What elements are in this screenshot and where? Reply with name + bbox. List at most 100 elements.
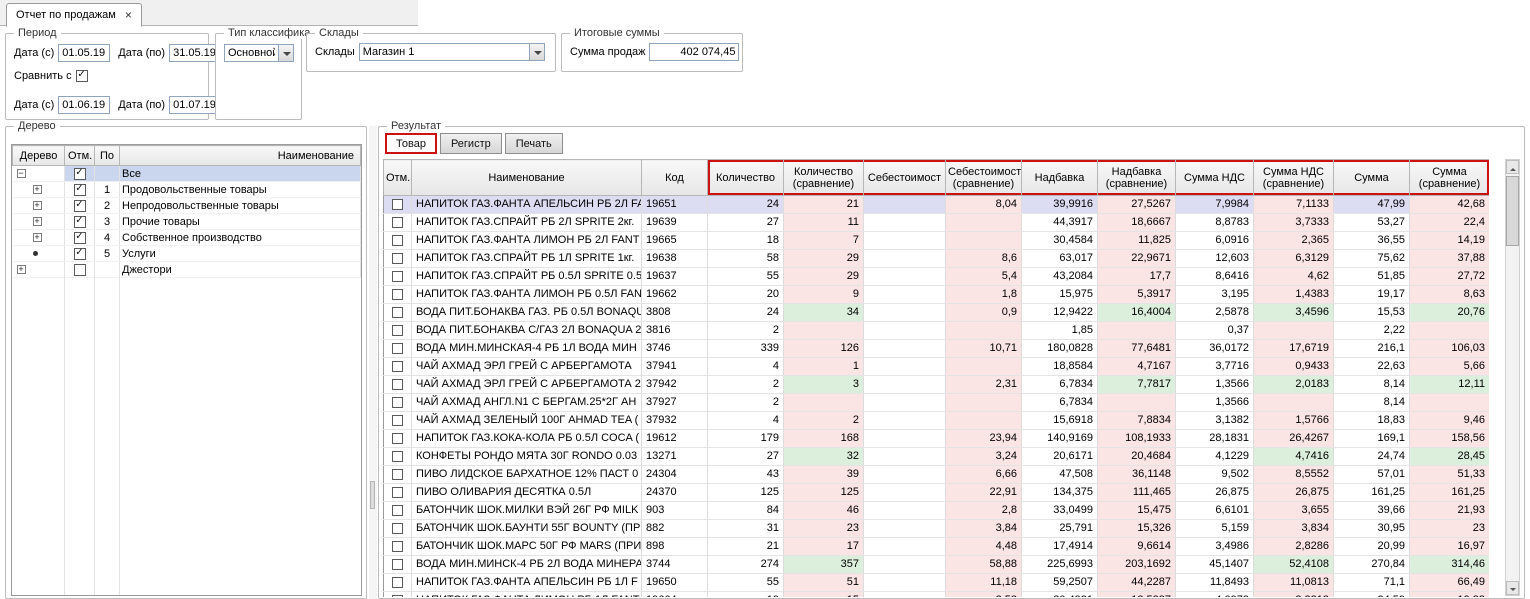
- row-checkbox[interactable]: [392, 307, 403, 318]
- result-row[interactable]: НАПИТОК ГАЗ.СПРАЙТ РБ 2Л SPRITE 2кг.1963…: [384, 214, 1490, 232]
- chevron-down-icon[interactable]: [529, 43, 545, 61]
- classifier-select[interactable]: [224, 44, 278, 62]
- tab-sales-report[interactable]: Отчет по продажам ×: [6, 3, 142, 27]
- col-mark[interactable]: Отм.: [384, 160, 412, 196]
- row-checkbox[interactable]: [392, 469, 403, 480]
- result-row[interactable]: ПИВО ЛИДСКОЕ БАРХАТНОЕ 12% ПАСТ 02430443…: [384, 466, 1490, 484]
- scrollbar-thumb[interactable]: [1506, 176, 1519, 246]
- tree-checkbox[interactable]: [74, 216, 86, 228]
- row-checkbox[interactable]: [392, 379, 403, 390]
- result-row[interactable]: НАПИТОК ГАЗ.ФАНТА ЛИМОН РБ 2Л FANT196651…: [384, 232, 1490, 250]
- print-button[interactable]: Печать: [505, 133, 563, 154]
- tree-checkbox[interactable]: [74, 200, 86, 212]
- collapse-icon[interactable]: −: [17, 169, 26, 178]
- tree-row[interactable]: +Джестори: [13, 262, 361, 278]
- col-qty[interactable]: Количество: [708, 160, 784, 196]
- splitter-grip-icon[interactable]: [370, 481, 375, 509]
- row-checkbox[interactable]: [392, 487, 403, 498]
- result-row[interactable]: ВОДА МИН.МИНСКАЯ-4 РБ 1Л ВОДА МИН3746339…: [384, 340, 1490, 358]
- row-checkbox[interactable]: [392, 595, 403, 597]
- warehouse-input[interactable]: [359, 43, 529, 61]
- col-cost[interactable]: Себестоимост: [864, 160, 946, 196]
- expand-icon[interactable]: +: [33, 233, 42, 242]
- date-from-input[interactable]: [58, 44, 110, 62]
- row-checkbox[interactable]: [392, 325, 403, 336]
- scroll-up-icon[interactable]: [1506, 160, 1519, 174]
- tree-row[interactable]: +1Продовольственные товары: [13, 182, 361, 198]
- result-row[interactable]: НАПИТОК ГАЗ.ФАНТА АПЕЛЬСИН РБ 2Л FA19651…: [384, 196, 1490, 214]
- sales-sum-value[interactable]: [649, 43, 739, 61]
- chevron-down-icon[interactable]: [278, 44, 294, 62]
- tree-col-mark[interactable]: Отм.: [65, 146, 95, 166]
- vertical-scrollbar[interactable]: [1505, 159, 1520, 596]
- scroll-down-icon[interactable]: [1506, 581, 1519, 595]
- row-checkbox[interactable]: [392, 199, 403, 210]
- close-icon[interactable]: ×: [125, 10, 132, 20]
- expand-icon[interactable]: +: [33, 185, 42, 194]
- row-checkbox[interactable]: [392, 577, 403, 588]
- expand-icon[interactable]: +: [17, 265, 26, 274]
- result-row[interactable]: НАПИТОК ГАЗ.ФАНТА ЛИМОН РБ 0.5Л FAN19662…: [384, 286, 1490, 304]
- tree-checkbox[interactable]: [74, 264, 86, 276]
- col-markup[interactable]: Надбавка: [1022, 160, 1098, 196]
- col-vat[interactable]: Сумма НДС: [1176, 160, 1254, 196]
- row-checkbox[interactable]: [392, 343, 403, 354]
- tree-row[interactable]: +3Прочие товары: [13, 214, 361, 230]
- register-button[interactable]: Регистр: [440, 133, 502, 154]
- result-row[interactable]: НАПИТОК ГАЗ.СПРАЙТ РБ 1Л SPRITE 1кг.1963…: [384, 250, 1490, 268]
- tree-checkbox[interactable]: [74, 232, 86, 244]
- compare-checkbox[interactable]: [76, 70, 88, 82]
- row-checkbox[interactable]: [392, 289, 403, 300]
- col-vat-cmp[interactable]: Сумма НДС (сравнение): [1254, 160, 1334, 196]
- row-checkbox[interactable]: [392, 541, 403, 552]
- row-checkbox[interactable]: [392, 235, 403, 246]
- row-checkbox[interactable]: [392, 253, 403, 264]
- result-row[interactable]: НАПИТОК ГАЗ.СПРАЙТ РБ 0.5Л SPRITE 0.5196…: [384, 268, 1490, 286]
- goods-button[interactable]: Товар: [385, 133, 437, 154]
- result-row[interactable]: БАТОНЧИК ШОК.МАРС 50Г РФ MARS (ПРИ898211…: [384, 538, 1490, 556]
- col-sum[interactable]: Сумма: [1334, 160, 1410, 196]
- tree-row[interactable]: −Все: [13, 166, 361, 182]
- result-row[interactable]: ЧАЙ АХМАД ЭРЛ ГРЕЙ С АРБЕРГАМОТА 2379422…: [384, 376, 1490, 394]
- row-checkbox[interactable]: [392, 433, 403, 444]
- row-checkbox[interactable]: [392, 523, 403, 534]
- tree-col-name[interactable]: Наименование: [120, 146, 361, 166]
- row-checkbox[interactable]: [392, 415, 403, 426]
- tree-checkbox[interactable]: [74, 168, 86, 180]
- result-row[interactable]: НАПИТОК ГАЗ.КОКА-КОЛА РБ 0.5Л COCA (1961…: [384, 430, 1490, 448]
- result-row[interactable]: ЧАЙ АХМАД АНГЛ.N1 С БЕРГАМ.25*2Г АН37927…: [384, 394, 1490, 412]
- col-code[interactable]: Код: [642, 160, 708, 196]
- col-qty-cmp[interactable]: Количество (сравнение): [784, 160, 864, 196]
- tree-checkbox[interactable]: [74, 184, 86, 196]
- compare-to-input[interactable]: [169, 96, 221, 114]
- row-checkbox[interactable]: [392, 505, 403, 516]
- row-checkbox[interactable]: [392, 361, 403, 372]
- expand-icon[interactable]: +: [33, 217, 42, 226]
- result-row[interactable]: ПИВО ОЛИВАРИЯ ДЕСЯТКА 0.5Л2437012512522,…: [384, 484, 1490, 502]
- tree-col-tree[interactable]: Дерево: [13, 146, 65, 166]
- row-checkbox[interactable]: [392, 451, 403, 462]
- tree-row[interactable]: 5Услуги: [13, 246, 361, 262]
- col-markup-cmp[interactable]: Надбавка (сравнение): [1098, 160, 1176, 196]
- panel-splitter[interactable]: [369, 126, 377, 599]
- compare-from-input[interactable]: [58, 96, 110, 114]
- result-row[interactable]: ВОДА МИН.МИНСК-4 РБ 2Л ВОДА МИНЕРА374427…: [384, 556, 1490, 574]
- result-row[interactable]: ЧАЙ АХМАД ЗЕЛЕНЫЙ 100Г AHMAD TEA (379324…: [384, 412, 1490, 430]
- result-row[interactable]: ВОДА ПИТ.БОНАКВА С/ГАЗ 2Л BONAQUA 238162…: [384, 322, 1490, 340]
- result-row[interactable]: НАПИТОК ГАЗ.ФАНТА ЛИМОН РБ 1Л FANT196641…: [384, 592, 1490, 598]
- result-row[interactable]: БАТОНЧИК ШОК.БАУНТИ 55Г BOUNTY (ПР882312…: [384, 520, 1490, 538]
- result-row[interactable]: БАТОНЧИК ШОК.МИЛКИ ВЭЙ 26Г РФ MILK903844…: [384, 502, 1490, 520]
- row-checkbox[interactable]: [392, 217, 403, 228]
- date-to-input[interactable]: [169, 44, 221, 62]
- col-sum-cmp[interactable]: Сумма (сравнение): [1410, 160, 1490, 196]
- tree-col-num[interactable]: По: [95, 146, 120, 166]
- col-cost-cmp[interactable]: Себестоимост (сравнение): [946, 160, 1022, 196]
- expand-icon[interactable]: +: [33, 201, 42, 210]
- result-row[interactable]: ВОДА ПИТ.БОНАКВА ГАЗ. РБ 0.5Л BONAQU3808…: [384, 304, 1490, 322]
- result-row[interactable]: НАПИТОК ГАЗ.ФАНТА АПЕЛЬСИН РБ 1Л F196505…: [384, 574, 1490, 592]
- tree-row[interactable]: +4Собственное производство: [13, 230, 361, 246]
- col-name[interactable]: Наименование: [412, 160, 642, 196]
- tree-checkbox[interactable]: [74, 248, 86, 260]
- result-row[interactable]: ЧАЙ АХМАД ЭРЛ ГРЕЙ С АРБЕРГАМОТА37941411…: [384, 358, 1490, 376]
- row-checkbox[interactable]: [392, 559, 403, 570]
